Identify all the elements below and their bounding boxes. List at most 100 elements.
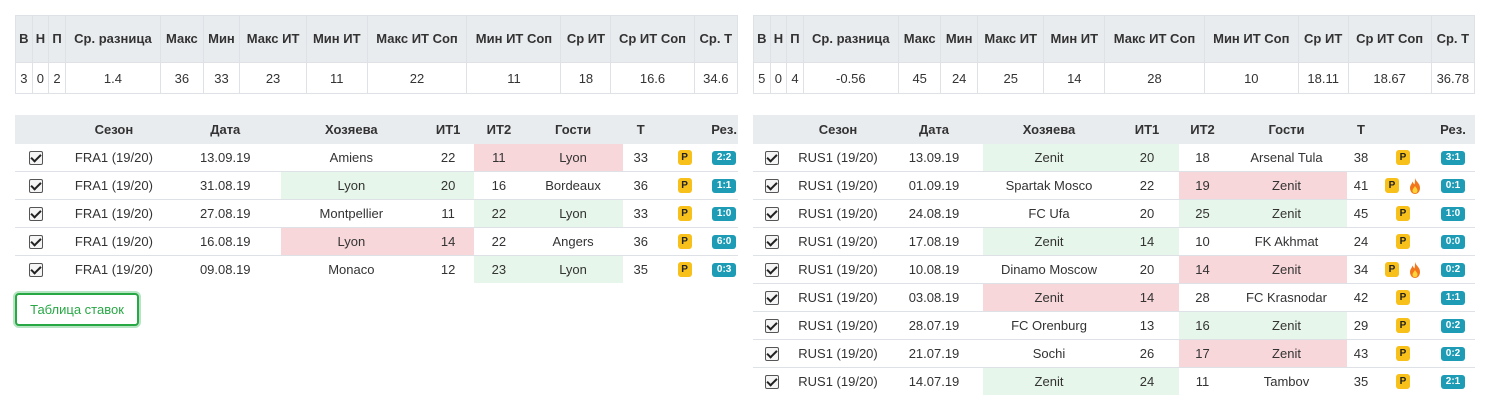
away-team-cell: FC Krasnodar [1226, 283, 1347, 312]
p-badge[interactable]: P [677, 178, 692, 193]
season-cell: FRA1 (19/20) [57, 171, 170, 200]
stats-value-cell: 18.11 [1297, 62, 1349, 94]
result-cell: 0:3 [710, 256, 738, 284]
marker-cell: P [1375, 339, 1431, 368]
away-team-cell: Lyon [523, 199, 623, 228]
home-score-cell: 13 [1115, 311, 1179, 340]
marker-cell: P [1375, 255, 1431, 284]
result-badge[interactable]: 2:1 [1441, 375, 1465, 390]
away-score-cell: 16 [474, 171, 524, 200]
row-checkbox[interactable] [29, 207, 44, 222]
p-badge[interactable]: P [1396, 346, 1410, 361]
marker-cell: P [1375, 144, 1431, 172]
game-row: RUS1 (19/20) 28.07.19 FC Orenburg 13 16 Zenit… [753, 311, 1475, 340]
total-cell: 36 [622, 227, 659, 256]
result-badge[interactable]: 6:0 [712, 235, 737, 250]
stats-value-cell: 0 [31, 62, 50, 94]
row-checkbox[interactable] [765, 151, 779, 166]
season-cell: FRA1 (19/20) [57, 227, 170, 256]
column-header-away: Гости [1226, 115, 1347, 144]
result-badge[interactable]: 2:2 [712, 151, 737, 166]
date-cell: 10.08.19 [885, 255, 983, 284]
result-badge[interactable]: 0:2 [1441, 347, 1465, 362]
p-badge[interactable]: P [1385, 178, 1399, 193]
season-cell: RUS1 (19/20) [791, 171, 885, 200]
row-checkbox[interactable] [765, 319, 779, 334]
p-badge[interactable]: P [677, 150, 692, 165]
result-badge[interactable]: 0:2 [1441, 319, 1465, 334]
home-score-cell: 26 [1115, 339, 1179, 368]
p-badge[interactable]: P [1396, 374, 1410, 389]
game-row: RUS1 (19/20) 10.08.19 Dinamo Moscow 20 14 Zen… [753, 255, 1475, 284]
row-checkbox[interactable] [765, 235, 779, 250]
result-badge[interactable]: 1:0 [1441, 207, 1465, 222]
column-header-total: Т [622, 115, 659, 144]
p-badge[interactable]: P [677, 234, 692, 249]
select-cell [753, 311, 791, 340]
row-checkbox[interactable] [29, 235, 44, 250]
season-cell: FRA1 (19/20) [57, 144, 170, 172]
select-cell [753, 255, 791, 284]
p-badge[interactable]: P [1396, 234, 1410, 249]
result-cell: 3:1 [1431, 144, 1475, 172]
result-badge[interactable]: 0:1 [1441, 179, 1465, 194]
result-badge[interactable]: 0:0 [1441, 235, 1465, 250]
row-checkbox[interactable] [765, 375, 779, 390]
result-badge[interactable]: 1:1 [1441, 291, 1465, 306]
marker-cell: P [658, 227, 711, 256]
home-team-cell: Zenit [983, 283, 1115, 312]
p-badge[interactable]: P [1396, 318, 1410, 333]
home-score-cell: 20 [1115, 199, 1179, 228]
total-cell: 34 [1347, 255, 1375, 284]
marker-cell: P [1375, 199, 1431, 228]
row-checkbox[interactable] [765, 291, 779, 306]
season-cell: RUS1 (19/20) [791, 227, 885, 256]
home-score-cell: 20 [1115, 144, 1179, 172]
row-checkbox[interactable] [765, 179, 779, 194]
p-badge[interactable]: P [677, 206, 692, 221]
column-header-home: Хозяева [983, 115, 1115, 144]
right-games-table: Сезон Дата Хозяева ИТ1 ИТ2 Гости Т Рез. RUS1 (1… [753, 115, 1475, 395]
marker-group: P [1375, 318, 1431, 333]
p-badge[interactable]: P [677, 262, 692, 277]
result-badge[interactable]: 1:1 [712, 179, 737, 194]
p-badge[interactable]: P [1396, 150, 1410, 165]
date-cell: 13.09.19 [169, 144, 281, 172]
stats-header-cell: Н [769, 15, 788, 63]
stats-value-cell: 1.4 [64, 62, 162, 94]
total-cell: 36 [622, 171, 659, 200]
p-badge[interactable]: P [1396, 290, 1410, 305]
row-checkbox[interactable] [29, 179, 44, 194]
row-checkbox[interactable] [765, 263, 779, 278]
marker-cell: P [658, 199, 711, 228]
stats-value-cell: 2 [48, 62, 66, 94]
result-cell: 0:2 [1431, 311, 1475, 340]
game-row: RUS1 (19/20) 03.08.19 Zenit 14 28 FC Krasnoda… [753, 283, 1475, 312]
stats-value-cell: -0.56 [802, 62, 899, 94]
row-checkbox[interactable] [29, 151, 44, 166]
stats-value-cell: 16.6 [610, 62, 695, 94]
stats-value-cell: 36 [160, 62, 204, 94]
stats-header-cell: П [48, 15, 66, 63]
p-badge[interactable]: P [1385, 262, 1399, 277]
row-checkbox[interactable] [765, 207, 779, 222]
away-score-cell: 19 [1179, 171, 1226, 200]
right-team-panel: В Н П Ср. разница Макс Мин Макс ИТ Мин ИТ Макс И… [753, 15, 1476, 395]
select-cell [15, 144, 58, 172]
total-cell: 33 [622, 199, 659, 228]
result-badge[interactable]: 1:0 [712, 207, 737, 222]
result-badge[interactable]: 3:1 [1441, 151, 1465, 166]
away-team-cell: FK Akhmat [1226, 227, 1347, 256]
home-score-cell: 20 [1115, 255, 1179, 284]
home-team-cell: FC Ufa [983, 199, 1115, 228]
marker-group: P [659, 262, 710, 277]
p-badge[interactable]: P [1396, 206, 1410, 221]
marker-cell: P [1375, 311, 1431, 340]
result-badge[interactable]: 0:3 [712, 263, 737, 278]
result-badge[interactable]: 0:2 [1441, 263, 1465, 278]
bets-table-button[interactable]: Таблица ставок [15, 293, 139, 326]
result-cell: 0:1 [1431, 171, 1475, 200]
row-checkbox[interactable] [765, 347, 779, 362]
row-checkbox[interactable] [29, 263, 44, 278]
away-score-cell: 25 [1179, 199, 1226, 228]
